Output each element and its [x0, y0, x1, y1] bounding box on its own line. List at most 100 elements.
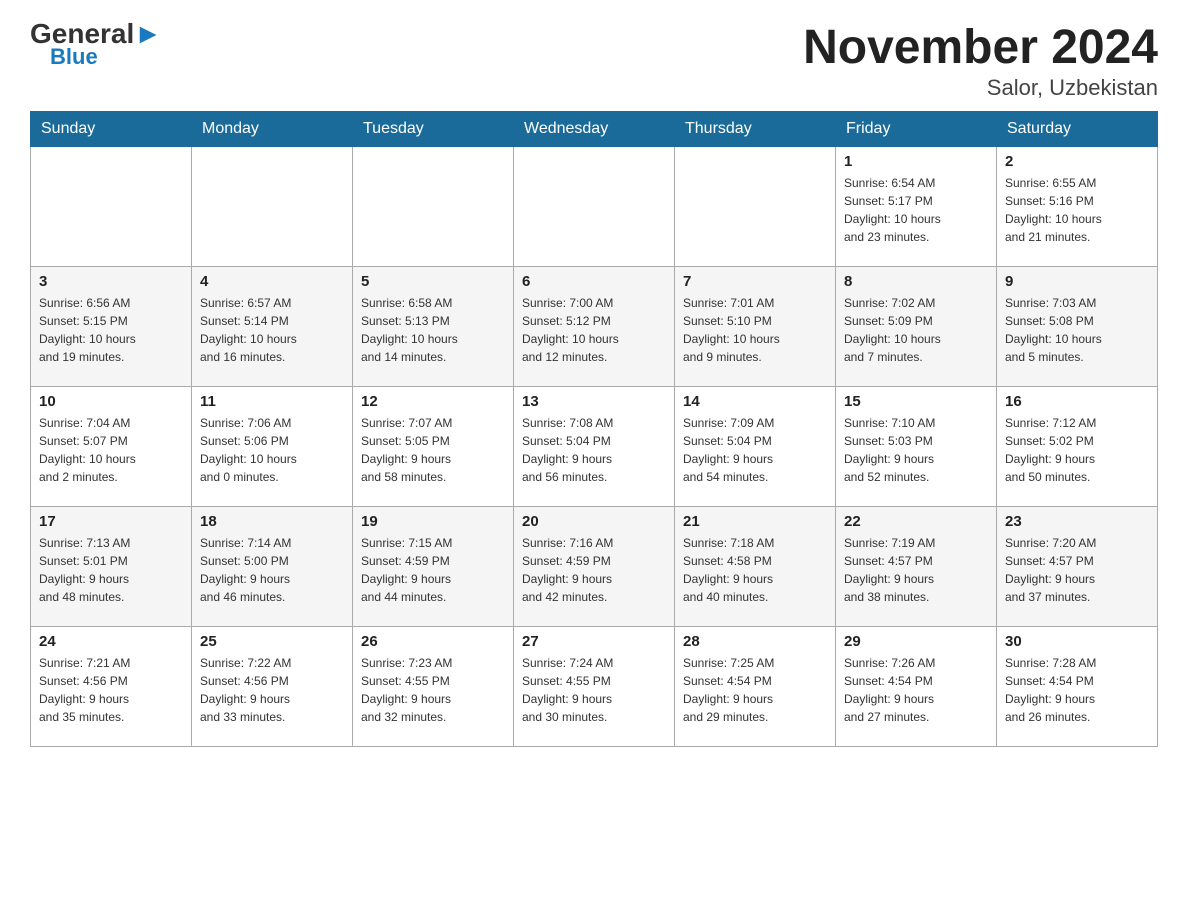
day-number: 2	[1005, 153, 1149, 170]
day-number: 18	[200, 513, 344, 530]
page-header: General► Blue November 2024 Salor, Uzbek…	[30, 20, 1158, 101]
col-header-tuesday: Tuesday	[353, 112, 514, 147]
day-info: Sunrise: 7:08 AMSunset: 5:04 PMDaylight:…	[522, 414, 666, 486]
day-number: 22	[844, 513, 988, 530]
calendar-cell: 3Sunrise: 6:56 AMSunset: 5:15 PMDaylight…	[31, 267, 192, 387]
day-info: Sunrise: 6:58 AMSunset: 5:13 PMDaylight:…	[361, 294, 505, 366]
calendar-cell: 16 Sunrise: 7:12 AMSunset: 5:02 PMDayligh…	[997, 387, 1158, 507]
day-number: 4	[200, 273, 344, 290]
day-info: Sunrise: 7:07 AMSunset: 5:05 PMDaylight:…	[361, 414, 505, 486]
calendar-week-1: 1 Sunrise: 6:54 AMSunset: 5:17 PMDaylight…	[31, 147, 1158, 267]
col-header-friday: Friday	[836, 112, 997, 147]
day-number: 15	[844, 393, 988, 410]
calendar-cell: 10 Sunrise: 7:04 AMSunset: 5:07 PMDayligh…	[31, 387, 192, 507]
calendar-cell: 11Sunrise: 7:06 AMSunset: 5:06 PMDayligh…	[192, 387, 353, 507]
day-number: 20	[522, 513, 666, 530]
calendar-week-5: 24 Sunrise: 7:21 AMSunset: 4:56 PMDayligh…	[31, 627, 1158, 747]
calendar-cell: 14Sunrise: 7:09 AMSunset: 5:04 PMDayligh…	[675, 387, 836, 507]
calendar-cell	[192, 147, 353, 267]
calendar-week-3: 10 Sunrise: 7:04 AMSunset: 5:07 PMDayligh…	[31, 387, 1158, 507]
calendar-cell: 5 Sunrise: 6:58 AMSunset: 5:13 PMDaylight…	[353, 267, 514, 387]
calendar-week-2: 3Sunrise: 6:56 AMSunset: 5:15 PMDaylight…	[31, 267, 1158, 387]
day-info: Sunrise: 7:14 AMSunset: 5:00 PMDaylight:…	[200, 534, 344, 606]
calendar-cell: 24 Sunrise: 7:21 AMSunset: 4:56 PMDayligh…	[31, 627, 192, 747]
col-header-monday: Monday	[192, 112, 353, 147]
col-header-wednesday: Wednesday	[514, 112, 675, 147]
day-info: Sunrise: 7:04 AMSunset: 5:07 PMDaylight:…	[39, 414, 183, 486]
calendar-cell	[514, 147, 675, 267]
calendar-cell: 22 Sunrise: 7:19 AMSunset: 4:57 PMDayligh…	[836, 507, 997, 627]
title-area: November 2024 Salor, Uzbekistan	[803, 20, 1158, 101]
day-info: Sunrise: 7:01 AMSunset: 5:10 PMDaylight:…	[683, 294, 827, 366]
calendar-cell	[353, 147, 514, 267]
day-info: Sunrise: 7:19 AMSunset: 4:57 PMDaylight:…	[844, 534, 988, 606]
day-number: 19	[361, 513, 505, 530]
col-header-thursday: Thursday	[675, 112, 836, 147]
day-info: Sunrise: 7:10 AMSunset: 5:03 PMDaylight:…	[844, 414, 988, 486]
calendar-cell: 7 Sunrise: 7:01 AMSunset: 5:10 PMDaylight…	[675, 267, 836, 387]
day-info: Sunrise: 6:57 AMSunset: 5:14 PMDaylight:…	[200, 294, 344, 366]
day-info: Sunrise: 7:20 AMSunset: 4:57 PMDaylight:…	[1005, 534, 1149, 606]
calendar-cell: 19 Sunrise: 7:15 AMSunset: 4:59 PMDayligh…	[353, 507, 514, 627]
calendar-header-row: SundayMondayTuesdayWednesdayThursdayFrid…	[31, 112, 1158, 147]
day-info: Sunrise: 7:06 AMSunset: 5:06 PMDaylight:…	[200, 414, 344, 486]
day-info: Sunrise: 6:54 AMSunset: 5:17 PMDaylight:…	[844, 174, 988, 246]
day-number: 24	[39, 633, 183, 650]
day-number: 21	[683, 513, 827, 530]
location: Salor, Uzbekistan	[803, 75, 1158, 101]
calendar-cell	[31, 147, 192, 267]
day-number: 5	[361, 273, 505, 290]
calendar-cell: 25Sunrise: 7:22 AMSunset: 4:56 PMDayligh…	[192, 627, 353, 747]
day-info: Sunrise: 6:55 AMSunset: 5:16 PMDaylight:…	[1005, 174, 1149, 246]
calendar-table: SundayMondayTuesdayWednesdayThursdayFrid…	[30, 111, 1158, 747]
day-number: 14	[683, 393, 827, 410]
day-number: 28	[683, 633, 827, 650]
calendar-cell	[675, 147, 836, 267]
logo: General► Blue	[30, 20, 162, 70]
day-info: Sunrise: 7:24 AMSunset: 4:55 PMDaylight:…	[522, 654, 666, 726]
day-info: Sunrise: 7:15 AMSunset: 4:59 PMDaylight:…	[361, 534, 505, 606]
day-info: Sunrise: 7:26 AMSunset: 4:54 PMDaylight:…	[844, 654, 988, 726]
day-info: Sunrise: 7:12 AMSunset: 5:02 PMDaylight:…	[1005, 414, 1149, 486]
calendar-cell: 30 Sunrise: 7:28 AMSunset: 4:54 PMDayligh…	[997, 627, 1158, 747]
day-info: Sunrise: 7:13 AMSunset: 5:01 PMDaylight:…	[39, 534, 183, 606]
calendar-cell: 13 Sunrise: 7:08 AMSunset: 5:04 PMDayligh…	[514, 387, 675, 507]
day-number: 23	[1005, 513, 1149, 530]
day-info: Sunrise: 7:23 AMSunset: 4:55 PMDaylight:…	[361, 654, 505, 726]
calendar-cell: 26 Sunrise: 7:23 AMSunset: 4:55 PMDayligh…	[353, 627, 514, 747]
calendar-week-4: 17 Sunrise: 7:13 AMSunset: 5:01 PMDayligh…	[31, 507, 1158, 627]
day-info: Sunrise: 7:21 AMSunset: 4:56 PMDaylight:…	[39, 654, 183, 726]
calendar-cell: 9 Sunrise: 7:03 AMSunset: 5:08 PMDaylight…	[997, 267, 1158, 387]
day-number: 13	[522, 393, 666, 410]
day-number: 1	[844, 153, 988, 170]
day-info: Sunrise: 7:03 AMSunset: 5:08 PMDaylight:…	[1005, 294, 1149, 366]
day-info: Sunrise: 7:25 AMSunset: 4:54 PMDaylight:…	[683, 654, 827, 726]
calendar-cell: 29Sunrise: 7:26 AMSunset: 4:54 PMDayligh…	[836, 627, 997, 747]
calendar-cell: 20 Sunrise: 7:16 AMSunset: 4:59 PMDayligh…	[514, 507, 675, 627]
calendar-cell: 15 Sunrise: 7:10 AMSunset: 5:03 PMDayligh…	[836, 387, 997, 507]
day-info: Sunrise: 7:18 AMSunset: 4:58 PMDaylight:…	[683, 534, 827, 606]
day-number: 26	[361, 633, 505, 650]
calendar-cell: 2 Sunrise: 6:55 AMSunset: 5:16 PMDaylight…	[997, 147, 1158, 267]
day-number: 12	[361, 393, 505, 410]
calendar-cell: 28 Sunrise: 7:25 AMSunset: 4:54 PMDayligh…	[675, 627, 836, 747]
calendar-cell: 21 Sunrise: 7:18 AMSunset: 4:58 PMDayligh…	[675, 507, 836, 627]
day-number: 6	[522, 273, 666, 290]
calendar-cell: 27Sunrise: 7:24 AMSunset: 4:55 PMDayligh…	[514, 627, 675, 747]
day-number: 17	[39, 513, 183, 530]
day-number: 10	[39, 393, 183, 410]
day-number: 7	[683, 273, 827, 290]
day-number: 30	[1005, 633, 1149, 650]
calendar-cell: 4 Sunrise: 6:57 AMSunset: 5:14 PMDaylight…	[192, 267, 353, 387]
day-info: Sunrise: 7:28 AMSunset: 4:54 PMDaylight:…	[1005, 654, 1149, 726]
day-number: 3	[39, 273, 183, 290]
day-number: 16	[1005, 393, 1149, 410]
calendar-cell: 18 Sunrise: 7:14 AMSunset: 5:00 PMDayligh…	[192, 507, 353, 627]
month-title: November 2024	[803, 20, 1158, 75]
day-info: Sunrise: 7:16 AMSunset: 4:59 PMDaylight:…	[522, 534, 666, 606]
logo-blue-text: Blue	[50, 44, 98, 70]
calendar-cell: 23 Sunrise: 7:20 AMSunset: 4:57 PMDayligh…	[997, 507, 1158, 627]
calendar-cell: 1 Sunrise: 6:54 AMSunset: 5:17 PMDaylight…	[836, 147, 997, 267]
logo-triangle-icon: ►	[134, 18, 162, 49]
day-number: 9	[1005, 273, 1149, 290]
